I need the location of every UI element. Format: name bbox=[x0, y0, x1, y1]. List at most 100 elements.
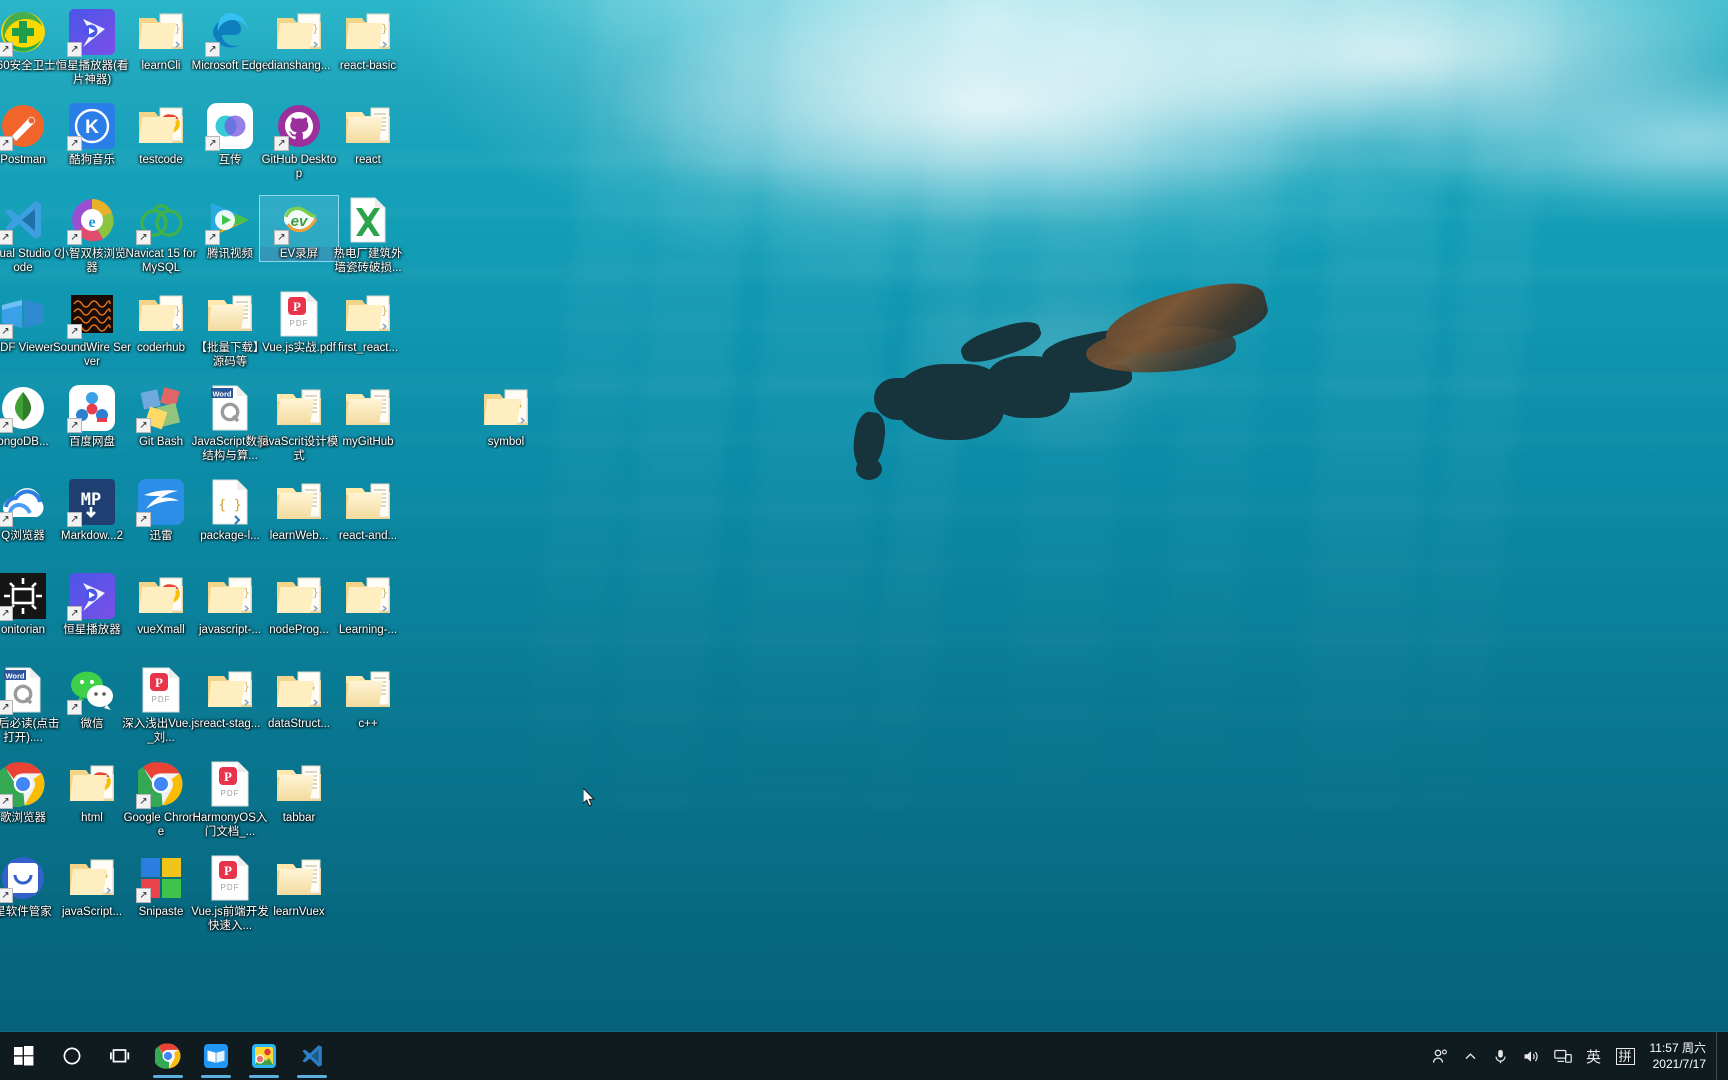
desktop-icon[interactable]: { } coderhub bbox=[122, 290, 200, 355]
shortcut-arrow-icon bbox=[0, 324, 13, 339]
desktop-icon-label: javaScrit设计模式 bbox=[259, 435, 339, 463]
desktop-icon[interactable]: P PDF HarmonyOS入门文档_... bbox=[191, 760, 269, 839]
desktop-icon[interactable]: P PDF Vue.js实战.pdf bbox=[260, 290, 338, 355]
desktop-icon[interactable]: { } javascript-... bbox=[191, 572, 269, 637]
desktop-icon[interactable]: { } dianshang... bbox=[260, 8, 338, 73]
desktop-icon-label: 小智双核浏览器 bbox=[52, 247, 132, 275]
folder-js-icon: JS bbox=[483, 388, 529, 428]
ime-pinyin-indicator[interactable]: 拼 bbox=[1609, 1032, 1642, 1080]
desktop-icon[interactable]: javaScrit设计模式 bbox=[260, 384, 338, 463]
desktop-icon[interactable]: 【批量下载】源码等 bbox=[191, 290, 269, 369]
desktop-icon[interactable]: 热电厂建筑外墙瓷砖破损... bbox=[329, 196, 407, 275]
desktop-icon[interactable]: JS dataStruct... bbox=[260, 666, 338, 731]
chevron-up-icon[interactable] bbox=[1456, 1032, 1486, 1080]
folder-lines-icon bbox=[344, 478, 392, 526]
desktop-icon[interactable]: { } package-l... bbox=[191, 478, 269, 543]
markdown-icon: MP bbox=[68, 478, 116, 526]
desktop-icon[interactable]: tabbar bbox=[260, 760, 338, 825]
network-glyph bbox=[1554, 1049, 1572, 1064]
shortcut-arrow-icon bbox=[0, 230, 13, 245]
taskbar-button-task-view[interactable] bbox=[96, 1032, 144, 1080]
desktop-icon[interactable]: { } learnCli bbox=[122, 8, 200, 73]
desktop-icon-label: testcode bbox=[121, 153, 201, 167]
desktop-icon[interactable]: 互传 bbox=[191, 102, 269, 167]
taskbar-button-book-reader[interactable] bbox=[192, 1032, 240, 1080]
desktop-icon[interactable]: Snipaste bbox=[122, 854, 200, 919]
desktop-icon[interactable]: html bbox=[53, 760, 131, 825]
desktop-icon-label: myGitHub bbox=[328, 435, 408, 449]
desktop-icon[interactable]: react bbox=[329, 102, 407, 167]
desktop-icon[interactable]: Microsoft Edge bbox=[191, 8, 269, 73]
desktop-icon[interactable]: MP Markdow...2 bbox=[53, 478, 131, 543]
shortcut-arrow-icon bbox=[67, 512, 82, 527]
desktop-icon[interactable]: { } react-stag... bbox=[191, 666, 269, 731]
desktop-icon[interactable]: c++ bbox=[329, 666, 407, 731]
desktop-icon[interactable]: K 酷狗音乐 bbox=[53, 102, 131, 167]
shortcut-arrow-icon bbox=[67, 230, 82, 245]
desktop-icon[interactable]: { } react-basic bbox=[329, 8, 407, 73]
folder-chrome-icon bbox=[138, 106, 184, 146]
ime-english-indicator[interactable]: 英 bbox=[1579, 1032, 1609, 1080]
desktop-icon-label: html bbox=[52, 811, 132, 825]
shortcut-arrow-icon bbox=[136, 794, 151, 809]
people-icon[interactable] bbox=[1425, 1032, 1456, 1080]
folder-code-icon: { } bbox=[345, 576, 391, 616]
desktop-icon-label: learnVuex bbox=[259, 905, 339, 919]
network-icon[interactable] bbox=[1547, 1032, 1579, 1080]
folder-chrome-icon bbox=[138, 576, 184, 616]
chrome-icon bbox=[137, 760, 185, 808]
svg-text:Word: Word bbox=[5, 671, 24, 680]
start-button[interactable] bbox=[0, 1032, 48, 1080]
desktop-icon[interactable]: 迅雷 bbox=[122, 478, 200, 543]
desktop-icon[interactable]: learnVuex bbox=[260, 854, 338, 919]
desktop-icon[interactable]: Navicat 15 for MySQL bbox=[122, 196, 200, 275]
desktop-icon[interactable]: { } first_react... bbox=[329, 290, 407, 355]
desktop-icon[interactable]: 微信 bbox=[53, 666, 131, 731]
taskbar-button-photo-viewer[interactable] bbox=[240, 1032, 288, 1080]
desktop-icon[interactable]: react-and... bbox=[329, 478, 407, 543]
folder-code-icon: { } bbox=[275, 572, 323, 620]
desktop-icon[interactable]: e 小智双核浏览器 bbox=[53, 196, 131, 275]
microphone-icon[interactable] bbox=[1486, 1032, 1516, 1080]
desktop-icon-label: Snipaste bbox=[121, 905, 201, 919]
clock[interactable]: 11:57 周六 2021/7/17 bbox=[1642, 1032, 1716, 1080]
desktop-icon[interactable]: { } nodeProg... bbox=[260, 572, 338, 637]
chevron-up-glyph bbox=[1464, 1050, 1477, 1063]
show-desktop-button[interactable] bbox=[1716, 1032, 1724, 1080]
taskbar-button-chrome[interactable] bbox=[144, 1032, 192, 1080]
desktop-icon[interactable]: P PDF Vue.js前端开发 快速入... bbox=[191, 854, 269, 933]
taskbar-button-cortana-search[interactable] bbox=[48, 1032, 96, 1080]
folder-js-icon: JS bbox=[69, 858, 115, 898]
desktop-icon[interactable]: 腾讯视频 bbox=[191, 196, 269, 261]
shortcut-arrow-icon bbox=[0, 136, 13, 151]
desktop-icon[interactable]: GitHub Desktop bbox=[260, 102, 338, 181]
desktop-icon[interactable]: JS javaScript... bbox=[53, 854, 131, 919]
excel-file-icon bbox=[349, 197, 387, 243]
svg-text:e: e bbox=[88, 214, 95, 231]
folder-code-icon: { } bbox=[137, 290, 185, 338]
desktop-icon[interactable]: 恒星播放器(看片神器) bbox=[53, 8, 131, 87]
desktop-icon[interactable]: Google Chrome bbox=[122, 760, 200, 839]
desktop-icon[interactable]: ev EV录屏 bbox=[260, 196, 338, 261]
desktop-icon-label: Vue.js前端开发 快速入... bbox=[190, 905, 270, 933]
desktop-icon-label: 酷狗音乐 bbox=[52, 153, 132, 167]
desktop-icon[interactable]: JS symbol bbox=[467, 384, 545, 449]
folder-code-icon: { } bbox=[206, 572, 254, 620]
desktop-icon[interactable]: 百度网盘 bbox=[53, 384, 131, 449]
desktop-icon[interactable]: vueXmall bbox=[122, 572, 200, 637]
desktop-icon[interactable]: testcode bbox=[122, 102, 200, 167]
desktop-icon[interactable]: P PDF 深入浅出Vue.js_刘... bbox=[122, 666, 200, 745]
desktop-icon[interactable]: { } Learning-... bbox=[329, 572, 407, 637]
desktop-icon[interactable]: Word JavaScript数据结构与算... bbox=[191, 384, 269, 463]
desktop-icon[interactable]: SoundWire Server bbox=[53, 290, 131, 369]
speaker-icon[interactable] bbox=[1516, 1032, 1547, 1080]
taskbar-button-vscode[interactable] bbox=[288, 1032, 336, 1080]
desktop-icon-label: EV录屏 bbox=[259, 247, 339, 261]
desktop-icon[interactable]: 恒星播放器 bbox=[53, 572, 131, 637]
desktop-icon[interactable]: learnWeb... bbox=[260, 478, 338, 543]
desktop-icon-label: GitHub Desktop bbox=[259, 153, 339, 181]
pdf-icon: P PDF bbox=[137, 666, 185, 714]
monitorian-icon bbox=[0, 572, 47, 620]
desktop-icon[interactable]: Git Bash bbox=[122, 384, 200, 449]
desktop-icon[interactable]: myGitHub bbox=[329, 384, 407, 449]
